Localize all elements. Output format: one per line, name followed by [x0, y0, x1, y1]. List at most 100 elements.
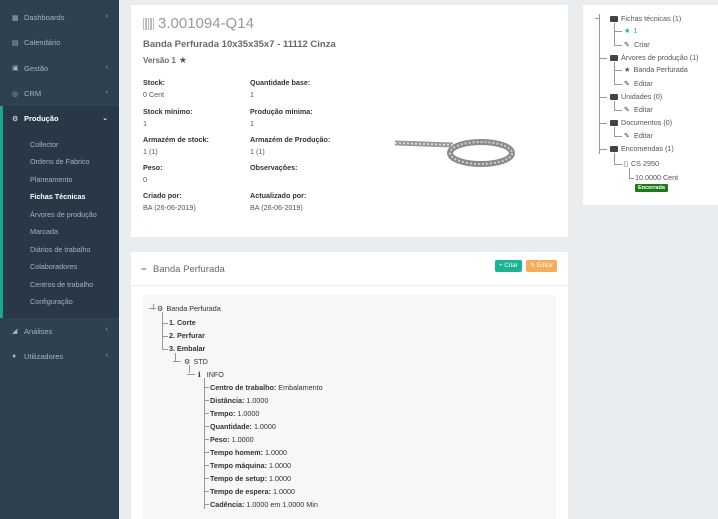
detail-label: Tempo homem:: [210, 448, 263, 457]
tree-encomenda-item[interactable]: ▯ CS 2950: [624, 159, 659, 168]
nav-calendario[interactable]: ▤ Calendário: [0, 30, 119, 55]
field-min-stock: Stock mínimo: 1: [143, 107, 193, 128]
product-image: [394, 139, 515, 167]
tree-op-1[interactable]: 1. Corte: [169, 318, 196, 327]
nav-producao[interactable]: ⚙ Produção ⌄: [0, 106, 119, 132]
tree-std[interactable]: ⚙ STD: [184, 357, 208, 366]
tree-label: Unidades (0): [621, 92, 663, 101]
nav-dashboards[interactable]: ▦ Dashboards ‹: [0, 5, 119, 30]
folder-icon: [610, 146, 618, 153]
calendar-icon: ▤: [12, 39, 19, 47]
sub-item-colaboradores[interactable]: Colaboradores: [3, 258, 119, 276]
gear-icon: ⚙: [184, 357, 191, 366]
nav-gestao[interactable]: ▣ Gestão ‹: [0, 56, 119, 81]
tree-label: Banda Perfurada: [633, 65, 688, 74]
edit-label: Editar: [536, 262, 554, 269]
field-label: Produção mínima:: [250, 107, 313, 116]
detail-value: 1.0000: [272, 487, 295, 496]
field-label: Armazém de stock:: [143, 135, 209, 144]
tree-label: Encomendas (1): [621, 144, 674, 153]
field-label: Peso:: [143, 163, 163, 172]
pencil-icon: ✎: [624, 131, 631, 140]
nav-crm[interactable]: ◎ CRM ‹: [0, 81, 119, 106]
detail-row: Peso: 1.0000: [210, 435, 254, 444]
product-version: Versão 1 ★: [143, 55, 187, 66]
nav-label: Gestão: [24, 63, 49, 73]
tree-arvore-item[interactable]: ★ Banda Perfurada: [624, 65, 688, 74]
nav-label: CRM: [24, 89, 42, 99]
sub-item-planeamento[interactable]: Planeamento: [3, 170, 119, 188]
chevron-down-icon: ⌄: [102, 115, 108, 123]
detail-row: Tempo: 1.0000: [210, 409, 259, 418]
tree-label: 3. Embalar: [169, 344, 206, 353]
field-value: BA (26-06-2019): [250, 203, 303, 212]
sub-item-collector[interactable]: Collector: [3, 135, 119, 153]
chevron-left-icon: ‹: [105, 63, 108, 71]
star-icon[interactable]: ★: [179, 55, 187, 65]
sub-item-fichas[interactable]: Fichas Técnicas: [3, 188, 119, 206]
detail-label: Tempo:: [210, 409, 236, 418]
field-value: 1: [250, 90, 254, 99]
nav-label: Calendário: [24, 38, 61, 48]
tree-encomendas[interactable]: Encomendas (1): [610, 144, 674, 153]
tree-editar[interactable]: ✎ Editar: [624, 79, 653, 88]
pencil-icon: ✎: [624, 105, 631, 114]
edit-button[interactable]: ✎ Editar: [526, 260, 558, 272]
sub-item-diarios[interactable]: Diários de trabalho: [3, 240, 119, 258]
detail-label: Quantidade:: [210, 422, 252, 431]
field-value: 0: [143, 175, 147, 184]
barcode-icon: [143, 17, 154, 30]
sub-item-ordens[interactable]: Ordens de Fabrico: [3, 153, 119, 171]
side-tree-panel: Fichas técnicas (1) ★ 1 ✎ Criar Árvores de…: [583, 5, 718, 205]
field-notes: Observações:: [250, 163, 298, 175]
detail-value: 1.0000: [264, 448, 287, 457]
chart-icon: ◢: [12, 328, 18, 336]
collapse-icon[interactable]: −: [141, 264, 149, 275]
nav-utilizadores[interactable]: ● Utilizadores ‹: [0, 344, 119, 369]
field-weight: Peso: 0: [143, 163, 163, 184]
tree-fichas[interactable]: Fichas técnicas (1): [610, 14, 681, 23]
cogs-icon: ⚙: [12, 115, 19, 123]
table-icon: ▦: [12, 14, 19, 22]
tree-unidades[interactable]: Unidades (0): [610, 92, 662, 101]
field-min-production: Produção mínima: 1: [250, 107, 313, 128]
tree-label: Criar: [634, 40, 650, 49]
sub-item-marcada[interactable]: Marcada: [3, 223, 119, 241]
field-production-warehouse: Armazém de Produção: 1 (1): [250, 135, 330, 156]
detail-value: 1.0000 em 1.0000 Min: [246, 500, 318, 509]
nav-analises[interactable]: ◢ Análises ‹: [0, 318, 119, 343]
folder-icon: [610, 94, 618, 101]
tree-label: Editar: [634, 79, 653, 88]
production-tree: ⚙ Banda Perfurada 1. Corte 2. Perfurar 3.…: [143, 295, 556, 519]
tree-op-3[interactable]: 3. Embalar: [169, 344, 205, 353]
detail-label: Distância:: [210, 396, 245, 405]
detail-value: Embalamento: [278, 383, 323, 392]
create-button[interactable]: + Criar: [495, 260, 522, 272]
field-value: 1 (1): [250, 147, 265, 156]
tree-criar[interactable]: ✎ Criar: [624, 40, 650, 49]
folder-icon: [610, 55, 618, 62]
tree-editar-unidades[interactable]: ✎ Editar: [624, 105, 653, 114]
sub-item-configuracao[interactable]: Configuração: [3, 293, 119, 311]
panel-title: − Banda Perfurada: [141, 264, 225, 275]
detail-row: Distância: 1.0000: [210, 396, 268, 405]
detail-label: Centro de trabalho:: [210, 383, 277, 392]
tree-arvores[interactable]: Árvores de produção (1): [610, 53, 699, 62]
sub-item-arvores[interactable]: Árvores de produção: [3, 205, 119, 223]
tree-ficha-item[interactable]: ★ 1: [624, 26, 637, 35]
product-info-panel: 3.001094-Q14 Banda Perfurada 10x35x35x7 …: [131, 5, 568, 237]
tree-label: 1: [633, 26, 638, 35]
tree-root[interactable]: ⚙ Banda Perfurada: [157, 304, 221, 313]
tree-info[interactable]: ℹ INFO: [198, 370, 224, 379]
sub-item-centros[interactable]: Centros de trabalho: [3, 275, 119, 293]
tree-label: Editar: [634, 105, 653, 114]
tree-op-2[interactable]: 2. Perfurar: [169, 331, 205, 340]
tree-documentos[interactable]: Documentos (0): [610, 118, 672, 127]
field-created-by: Criado por: BA (26-06-2019): [143, 191, 196, 212]
product-code: 3.001094-Q14: [158, 15, 254, 32]
field-value: BA (26-06-2019): [143, 203, 196, 212]
tree-editar-documentos[interactable]: ✎ Editar: [624, 131, 653, 140]
detail-value: 1.0000: [231, 435, 254, 444]
detail-row: Tempo de espera: 1.0000: [210, 487, 295, 496]
user-icon: ●: [12, 352, 17, 360]
